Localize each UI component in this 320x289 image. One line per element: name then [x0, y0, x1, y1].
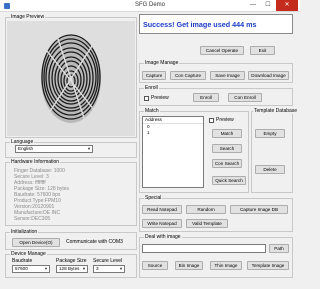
template-database-legend: Template Database: [253, 108, 299, 114]
random-button[interactable]: Random: [186, 205, 226, 214]
path-button[interactable]: Path: [269, 244, 289, 253]
package-size-select[interactable]: 128 Bytes ▼: [56, 265, 88, 273]
enroll-preview-label: Preview: [151, 95, 169, 101]
exit-button[interactable]: Exit: [250, 46, 275, 55]
template-image-button[interactable]: Template Image: [247, 261, 289, 270]
list-header: Address: [143, 117, 203, 124]
address-list[interactable]: Address 0 1: [142, 116, 204, 188]
secure-level-label: Secure Level: [93, 258, 123, 264]
special-legend: Special: [144, 195, 163, 201]
capture-button[interactable]: Capture: [142, 71, 166, 80]
language-select[interactable]: English ▼: [15, 145, 93, 153]
maximize-button[interactable]: ☐: [261, 0, 275, 11]
enroll-legend: Enroll: [144, 85, 159, 91]
list-item[interactable]: 1: [143, 130, 203, 136]
language-selected: English: [18, 146, 34, 151]
download-image-button[interactable]: Download Image: [248, 71, 289, 80]
title-bar: SFG Demo — ☐ ✕: [0, 0, 300, 12]
source-button[interactable]: Source: [142, 261, 168, 270]
hardware-info-legend: Hardware Information: [10, 159, 61, 165]
search-button[interactable]: Search: [212, 144, 242, 153]
fingerprint-graphic: [41, 34, 101, 123]
quick-search-button[interactable]: Quick Search: [212, 176, 246, 185]
baudrate-value: 57600: [15, 266, 28, 271]
thin-image-button[interactable]: Thin Image: [210, 261, 242, 270]
minimize-button[interactable]: —: [246, 0, 260, 11]
delete-button[interactable]: Delete: [255, 165, 285, 174]
chevron-down-icon: ▼: [44, 266, 48, 271]
open-device-button[interactable]: Open Device(O): [12, 238, 60, 247]
enroll-button[interactable]: Enroll: [193, 93, 219, 102]
con-enroll-button[interactable]: Con Enroll: [228, 93, 262, 102]
bin-image-button[interactable]: Bin Image: [175, 261, 203, 270]
image-path-field[interactable]: [142, 244, 266, 253]
capture-image-db-button[interactable]: Capture Image DB: [230, 205, 288, 214]
chevron-down-icon: ▼: [87, 146, 91, 151]
chevron-down-icon: ▼: [82, 266, 86, 271]
empty-button[interactable]: Empty: [255, 129, 285, 138]
save-image-button[interactable]: Save Image: [210, 71, 245, 80]
read-notepad-button[interactable]: Read Notepad: [142, 205, 182, 214]
cancel-operate-button[interactable]: Cancel Operate: [200, 46, 244, 55]
secure-level-value: 3: [96, 266, 99, 271]
close-button[interactable]: ✕: [276, 0, 298, 11]
match-preview-checkbox[interactable]: [209, 118, 214, 123]
package-size-value: 128 Bytes: [59, 266, 80, 271]
con-capture-button[interactable]: Con Capture: [170, 71, 206, 80]
initialization-legend: Initialization: [10, 229, 39, 235]
valid-template-button[interactable]: Valid Template: [186, 219, 228, 228]
write-notepad-button[interactable]: Write Notepad: [142, 219, 182, 228]
match-preview-label: Preview: [216, 117, 234, 123]
hw-sensor: Sensor:DEC305: [14, 216, 51, 222]
baudrate-label: Baudrate: [12, 258, 33, 264]
secure-level-select[interactable]: 3 ▼: [93, 265, 125, 273]
match-legend: Match: [144, 108, 160, 114]
chevron-down-icon: ▼: [119, 266, 123, 271]
deal-with-image-legend: Deal with image: [144, 234, 182, 240]
fingerprint-image: [7, 21, 135, 136]
con-search-button[interactable]: Con Search: [212, 159, 242, 168]
match-button[interactable]: Match: [212, 129, 242, 138]
template-database-group: Template Database: [251, 108, 299, 193]
package-size-label: Package Size: [56, 258, 87, 264]
status-message: Success! Get image used 444 ms: [139, 14, 293, 34]
baudrate-select[interactable]: 57600 ▼: [12, 265, 50, 273]
image-manage-legend: Image Manage: [144, 60, 180, 66]
image-preview-legend: Image Preview: [10, 14, 46, 20]
enroll-preview-checkbox[interactable]: [144, 96, 149, 101]
communicate-status: Communicate with COM3: [66, 239, 123, 245]
device-manage-legend: Device Manage: [10, 251, 47, 257]
